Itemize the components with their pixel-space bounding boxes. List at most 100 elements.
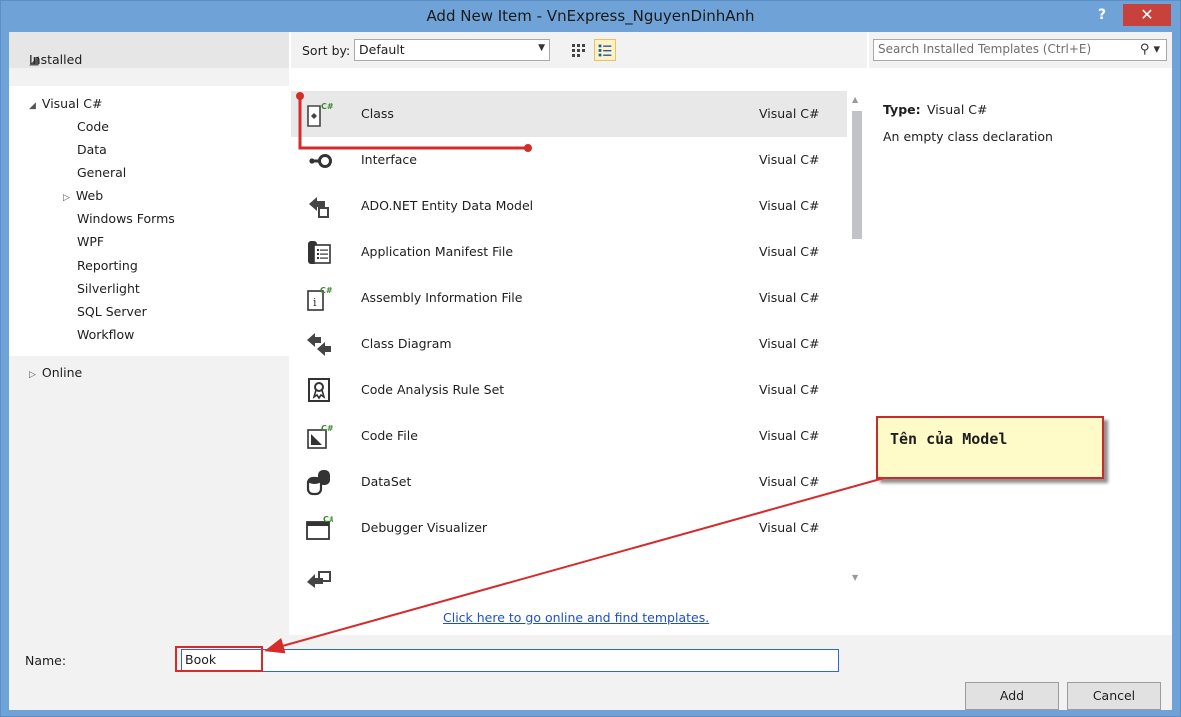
manifest-file-icon [308,241,331,264]
help-button[interactable]: ? [1089,5,1115,25]
debugger-visualizer-icon: C# [306,515,333,540]
tree-item-label: Web [75,188,104,203]
template-language: Visual C# [759,336,820,351]
small-icons-view-icon[interactable] [567,39,589,61]
type-label: Type: [883,102,921,117]
chevron-down-icon: ▼ [538,43,545,53]
scroll-thumb[interactable] [852,111,862,239]
tree-item-data[interactable]: Data [77,142,107,157]
details-pane: Search Installed Templates (Ctrl+E) ⚲ ▾ … [869,32,1172,635]
tree-item-windows-forms[interactable]: Windows Forms [77,211,175,226]
template-language: Visual C# [759,152,820,167]
template-row-dataset[interactable]: DataSet Visual C# [291,459,847,505]
scroll-up-icon[interactable]: ▲ [852,95,858,104]
annotation-callout-text: Tên của Model [890,430,1008,448]
template-language: Visual C# [759,520,820,535]
name-field[interactable]: Book [181,649,839,672]
tree-item-code[interactable]: Code [77,119,109,134]
template-row-debugger-visualizer[interactable]: C# Debugger Visualizer Visual C# [291,505,847,551]
template-row-interface[interactable]: Interface Visual C# [291,137,847,183]
template-language: Visual C# [759,290,820,305]
template-description: An empty class declaration [883,129,1053,144]
svg-text:i: i [313,296,317,309]
interface-icon [309,154,332,168]
rule-set-icon [308,378,330,402]
template-name: Class Diagram [361,336,452,351]
template-name: Assembly Information File [361,290,523,305]
search-toolbar: Search Installed Templates (Ctrl+E) ⚲ ▾ [869,32,1172,68]
annotation-callout: Tên của Model [876,416,1104,479]
tree-item-wpf[interactable]: WPF [77,234,104,249]
tree-installed-header[interactable]: ◢ Installed [9,32,289,68]
sort-by-label: Sort by: [302,43,351,58]
type-value: Visual C# [927,102,988,117]
template-language: Visual C# [759,382,820,397]
tree-item-visual-csharp[interactable]: ◢ Visual C# [29,96,102,111]
tree-item-label: Visual C# [41,96,103,111]
template-list-scrollbar[interactable]: ▲ ▼ [849,91,865,591]
svg-text:C#: C# [320,286,333,295]
template-name: DataSet [361,474,412,489]
title-bar: Add New Item - VnExpress_NguyenDinhAnh ?… [1,1,1180,31]
tree-item-sql-server[interactable]: SQL Server [77,304,147,319]
tree-item-silverlight[interactable]: Silverlight [77,281,140,296]
template-language: Visual C# [759,474,820,489]
expanded-triangle-icon: ◢ [29,101,36,111]
code-file-icon: C# [307,424,333,449]
template-row-app-manifest[interactable]: Application Manifest File Visual C# [291,229,847,275]
cancel-button[interactable]: Cancel [1067,682,1161,710]
dataset-icon [306,470,330,496]
template-list: C# Class Visual C# Interface Visual C# A… [291,91,847,591]
svg-text:C#: C# [321,424,333,433]
online-templates-link[interactable]: Click here to go online and find templat… [443,610,709,625]
class-icon: C# [307,102,333,127]
class-diagram-icon [307,333,331,356]
template-language: Visual C# [759,428,820,443]
list-view-icon[interactable] [594,39,616,61]
search-placeholder: Search Installed Templates (Ctrl+E) [878,42,1092,56]
search-icon[interactable]: ⚲ ▾ [1140,42,1160,57]
template-row-ado-net[interactable]: ADO.NET Entity Data Model Visual C# [291,183,847,229]
template-row-class[interactable]: C# Class Visual C# [291,91,847,137]
template-row-code-analysis[interactable]: Code Analysis Rule Set Visual C# [291,367,847,413]
template-name: Code File [361,428,418,443]
template-list-pane: Sort by: Default ▼ C# Class Visual C# In… [291,32,867,635]
tree-item-online[interactable]: ▷ Online [29,365,82,380]
tree-item-workflow[interactable]: Workflow [77,327,134,342]
sort-by-value: Default [359,42,405,57]
template-name: Debugger Visualizer [361,520,488,535]
add-button[interactable]: Add [965,682,1059,710]
add-new-item-dialog: Add New Item - VnExpress_NguyenDinhAnh ?… [0,0,1181,717]
template-row-code-file[interactable]: C# Code File Visual C# [291,413,847,459]
template-name: Interface [361,152,417,167]
template-row-assembly-info[interactable]: i C# Assembly Information File Visual C# [291,275,847,321]
collapsed-triangle-icon: ▷ [29,370,36,380]
template-name: Application Manifest File [361,244,514,259]
svg-text:C#: C# [321,102,333,111]
search-input[interactable]: Search Installed Templates (Ctrl+E) ⚲ ▾ [873,39,1167,61]
template-name: ADO.NET Entity Data Model [361,198,534,213]
tree-item-general[interactable]: General [77,165,126,180]
assembly-info-icon: i C# [307,286,333,311]
template-category-tree: ◢ Installed ◢ Visual C# Code Data General … [9,32,289,635]
svg-text:C#: C# [323,515,333,524]
sort-by-dropdown[interactable]: Default ▼ [354,39,550,61]
template-name: Class [361,106,394,121]
installed-label: Installed [29,52,83,67]
sort-toolbar: Sort by: Default ▼ [291,32,867,68]
tree-item-web[interactable]: ▷ Web [63,188,103,203]
name-field-highlight [175,646,263,672]
template-language: Visual C# [759,244,820,259]
dialog-body: ◢ Installed ◢ Visual C# Code Data General … [9,32,1172,710]
tree-item-label: Online [41,365,83,380]
tree-item-reporting[interactable]: Reporting [77,258,138,273]
close-button[interactable]: ✕ [1123,4,1171,26]
collapsed-triangle-icon: ▷ [63,193,70,203]
template-row-partial[interactable] [291,551,847,591]
template-language: Visual C# [759,106,820,121]
template-language: Visual C# [759,198,820,213]
dialog-title: Add New Item - VnExpress_NguyenDinhAnh [426,7,755,25]
template-row-class-diagram[interactable]: Class Diagram Visual C# [291,321,847,367]
scroll-down-icon[interactable]: ▼ [852,573,858,582]
entity-data-model-icon [309,197,329,218]
